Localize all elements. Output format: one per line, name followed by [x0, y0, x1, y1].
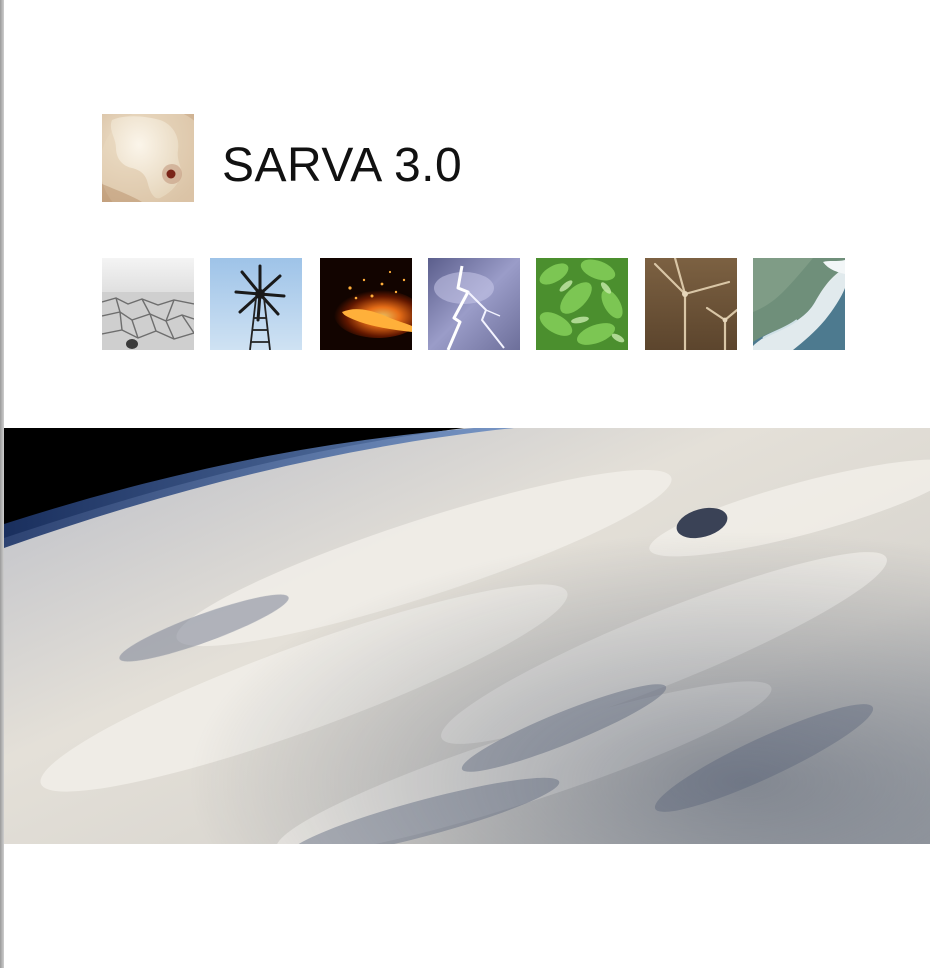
coastline-satellite-icon — [753, 258, 845, 350]
fire-icon — [320, 258, 412, 350]
lightning-icon — [428, 258, 520, 350]
thumbnail-strip — [0, 258, 930, 350]
green-leaves-icon — [536, 258, 628, 350]
earth-clouds-from-space-icon — [4, 428, 930, 844]
windmill-icon — [210, 258, 302, 350]
africa-globe-logo-icon — [102, 114, 194, 202]
drought-cracked-earth-icon — [102, 258, 194, 350]
document-title: SARVA 3.0 — [222, 139, 463, 192]
wind-turbines-icon — [645, 258, 737, 350]
